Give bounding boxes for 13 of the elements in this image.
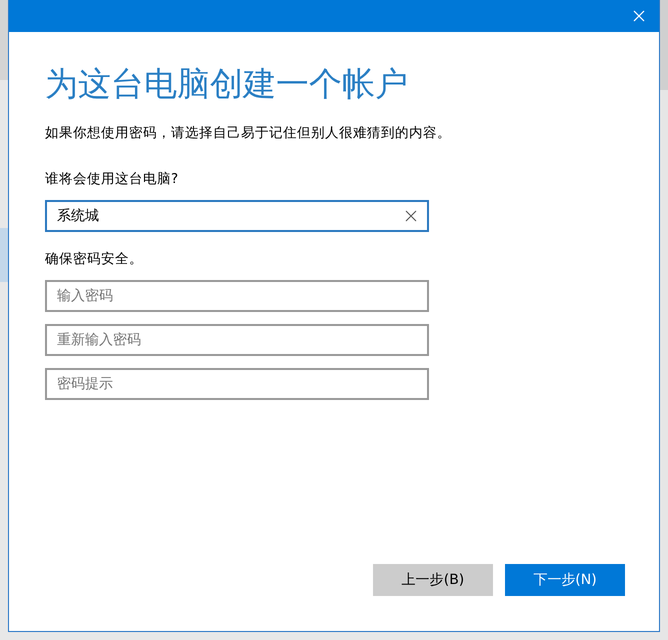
field-label: 确保密码安全。	[45, 250, 144, 268]
dialog-heading: 为这台电脑创建一个帐户	[45, 63, 409, 105]
password-field[interactable]: 密码提示	[45, 368, 429, 400]
back-button[interactable]: 上一步(B)	[373, 564, 493, 596]
selected-list-row	[0, 228, 8, 282]
name-field[interactable]: 系统城	[45, 200, 429, 232]
field-label: 谁将会使用这台电脑?	[45, 170, 180, 188]
clear-icon[interactable]	[405, 210, 417, 222]
next-button[interactable]: 下一步(N)	[505, 564, 625, 596]
password-field[interactable]: 输入密码	[45, 280, 429, 312]
description-text: 如果你想使用密码，请选择自己易于记住但别人很难猜到的内容。	[45, 124, 452, 142]
password-field[interactable]: 重新输入密码	[45, 324, 429, 356]
close-icon[interactable]	[633, 10, 645, 22]
